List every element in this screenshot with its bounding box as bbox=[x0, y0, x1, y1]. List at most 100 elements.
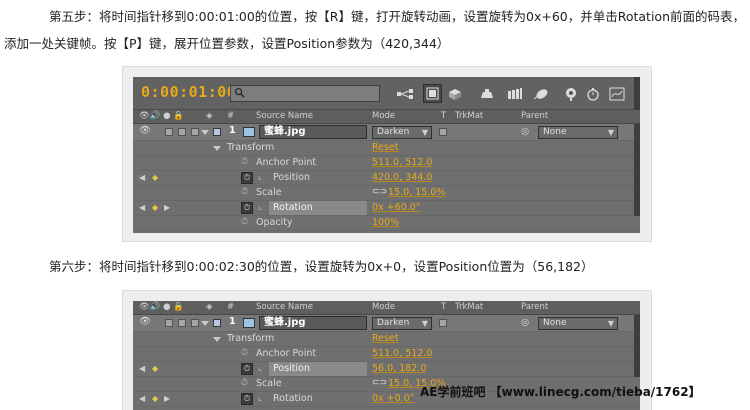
solo-toggle[interactable] bbox=[178, 128, 186, 136]
property-row-anchor[interactable]: ⏱ Anchor Point 511.0, 512.0 bbox=[133, 347, 640, 362]
column-t[interactable]: T bbox=[441, 302, 446, 312]
layer-row[interactable]: 👁 1 蜜蜂.jpg Darken ▼ ◎ None ▼ bbox=[133, 315, 640, 332]
layer-name-field[interactable]: 蜜蜂.jpg bbox=[259, 316, 367, 330]
constrain-proportions-icon[interactable]: ⊂⊃ bbox=[372, 187, 387, 197]
stopwatch-icon[interactable]: ⏱ bbox=[241, 378, 248, 388]
parent-value: None bbox=[543, 127, 567, 137]
keyframe-diamond-icon[interactable]: ◆ bbox=[152, 203, 158, 212]
column-source-name[interactable]: Source Name bbox=[256, 111, 313, 121]
constrain-proportions-icon[interactable]: ⊂⊃ bbox=[372, 378, 387, 388]
prev-keyframe-icon[interactable]: ◀ bbox=[139, 203, 145, 212]
layer-row[interactable]: 👁 1 蜜蜂.jpg Darken ▼ ◎ None ▼ bbox=[133, 124, 640, 141]
transform-reset-link[interactable]: Reset bbox=[372, 142, 399, 153]
stopwatch-active-icon[interactable]: ⏱ bbox=[241, 393, 253, 405]
lock-toggle[interactable] bbox=[191, 319, 199, 327]
layer-number: 1 bbox=[229, 316, 236, 327]
stopwatch-icon[interactable]: ⏱ bbox=[241, 217, 248, 227]
parent-dropdown[interactable]: None ▼ bbox=[538, 126, 618, 139]
parent-pickwhip-icon[interactable]: ◎ bbox=[521, 126, 529, 137]
prev-keyframe-icon[interactable]: ◀ bbox=[139, 173, 145, 182]
brainstorm-icon[interactable] bbox=[561, 84, 580, 103]
mode-dropdown[interactable]: Darken ▼ bbox=[372, 317, 432, 330]
lock-toggle[interactable] bbox=[191, 128, 199, 136]
property-row-position[interactable]: ◀ ◆ ⏱ ⌞ Position 56.0, 182.0 bbox=[133, 362, 640, 377]
parent-pickwhip-icon[interactable]: ◎ bbox=[521, 317, 529, 328]
search-input[interactable] bbox=[230, 85, 380, 102]
solo-toggle[interactable] bbox=[178, 319, 186, 327]
column-trkmat[interactable]: TrkMat bbox=[455, 111, 483, 121]
column-parent[interactable]: Parent bbox=[521, 111, 548, 121]
column-trkmat[interactable]: TrkMat bbox=[455, 302, 483, 312]
audio-toggle[interactable] bbox=[165, 128, 173, 136]
transform-row[interactable]: Transform Reset bbox=[133, 332, 640, 347]
transform-row[interactable]: Transform Reset bbox=[133, 141, 640, 156]
stopwatch-icon[interactable]: ⏱ bbox=[241, 348, 248, 358]
step6-text: 第六步：将时间指针移到0:00:02:30的位置，设置旋转为0x+0，设置Pos… bbox=[49, 259, 594, 274]
position-value[interactable]: 420.0, 344.0 bbox=[372, 172, 432, 183]
prev-keyframe-icon[interactable]: ◀ bbox=[139, 394, 145, 403]
expand-transform-icon[interactable] bbox=[213, 337, 221, 342]
stopwatch-icon[interactable]: ⏱ bbox=[241, 187, 248, 197]
graph-icon: ⌞ bbox=[258, 363, 263, 373]
rotation-value[interactable]: 0x +0.0° bbox=[372, 393, 415, 404]
keyframe-diamond-icon[interactable]: ◆ bbox=[152, 364, 158, 373]
next-keyframe-icon[interactable]: ▶ bbox=[164, 203, 170, 212]
expand-transform-icon[interactable] bbox=[213, 146, 221, 151]
property-row-scale[interactable]: ⏱ Scale ⊂⊃ 15.0, 15.0% bbox=[133, 186, 640, 201]
label-color-chip[interactable] bbox=[213, 128, 221, 136]
next-keyframe-icon[interactable]: ▶ bbox=[164, 394, 170, 403]
parent-dropdown[interactable]: None ▼ bbox=[538, 317, 618, 330]
label-color-chip[interactable] bbox=[213, 319, 221, 327]
anchor-point-value[interactable]: 511.0, 512.0 bbox=[372, 348, 432, 359]
opacity-value[interactable]: 100% bbox=[372, 217, 399, 228]
timecode-display[interactable]: 0:00:01:00 bbox=[141, 83, 236, 101]
motion-blur-icon[interactable] bbox=[531, 84, 550, 103]
chevron-down-icon: ▼ bbox=[421, 319, 428, 328]
comp-mini-flowchart-icon[interactable] bbox=[395, 84, 414, 103]
panel-edge bbox=[634, 77, 640, 110]
property-row-anchor[interactable]: ⏱ Anchor Point 511.0, 512.0 bbox=[133, 156, 640, 171]
eye-icon[interactable]: 👁 bbox=[139, 125, 151, 136]
property-row-rotation[interactable]: ◀ ◆ ▶ ⏱ ⌞ Rotation 0x +60.0° bbox=[133, 201, 640, 216]
property-row-position[interactable]: ◀ ◆ ⏱ ⌞ Position 420.0, 344.0 bbox=[133, 171, 640, 186]
transform-reset-link[interactable]: Reset bbox=[372, 333, 399, 344]
column-source-name[interactable]: Source Name bbox=[256, 302, 313, 312]
audio-toggle[interactable] bbox=[165, 319, 173, 327]
t-toggle[interactable] bbox=[439, 319, 447, 327]
stopwatch-icon[interactable]: ⏱ bbox=[241, 157, 248, 167]
keyframe-diamond-icon[interactable]: ◆ bbox=[152, 173, 158, 182]
eye-icon[interactable]: 👁 bbox=[139, 316, 151, 327]
column-mode[interactable]: Mode bbox=[372, 111, 395, 121]
rotation-value[interactable]: 0x +60.0° bbox=[372, 202, 421, 213]
property-row-opacity[interactable]: ⏱ Opacity 100% bbox=[133, 216, 640, 231]
column-hash: # bbox=[227, 302, 235, 312]
graph-editor-icon[interactable] bbox=[607, 84, 626, 103]
t-toggle[interactable] bbox=[439, 128, 447, 136]
graph-editor-stopwatch-icon[interactable] bbox=[583, 84, 602, 103]
stopwatch-active-icon[interactable]: ⏱ bbox=[241, 202, 253, 214]
stopwatch-active-icon[interactable]: ⏱ bbox=[241, 172, 253, 184]
search-icon bbox=[234, 87, 245, 98]
chevron-down-icon: ▼ bbox=[421, 128, 428, 137]
parent-value: None bbox=[543, 318, 567, 328]
expand-layer-icon[interactable] bbox=[201, 130, 209, 135]
scale-value[interactable]: 15.0, 15.0% bbox=[388, 187, 445, 198]
expand-layer-icon[interactable] bbox=[201, 321, 209, 326]
image-file-icon bbox=[243, 318, 255, 328]
draft-3d-icon[interactable] bbox=[445, 84, 464, 103]
column-parent[interactable]: Parent bbox=[521, 302, 548, 312]
anchor-point-value[interactable]: 511.0, 512.0 bbox=[372, 157, 432, 168]
stopwatch-active-icon[interactable]: ⏱ bbox=[241, 363, 253, 375]
layer-name-field[interactable]: 蜜蜂.jpg bbox=[259, 125, 367, 139]
keyframe-diamond-icon[interactable]: ◆ bbox=[152, 394, 158, 403]
prev-keyframe-icon[interactable]: ◀ bbox=[139, 364, 145, 373]
frame-blending-icon[interactable] bbox=[505, 84, 524, 103]
opacity-label: Opacity bbox=[256, 217, 293, 228]
timeline-panel: 0:00:01:00 👁🔊 ● 🔒 ◈ # Source Name Mode T… bbox=[133, 77, 640, 233]
mode-dropdown[interactable]: Darken ▼ bbox=[372, 126, 432, 139]
column-t[interactable]: T bbox=[441, 111, 446, 121]
position-value[interactable]: 56.0, 182.0 bbox=[372, 363, 426, 374]
column-mode[interactable]: Mode bbox=[372, 302, 395, 312]
live-update-icon[interactable] bbox=[423, 84, 442, 103]
hide-shy-layers-icon[interactable] bbox=[477, 84, 496, 103]
